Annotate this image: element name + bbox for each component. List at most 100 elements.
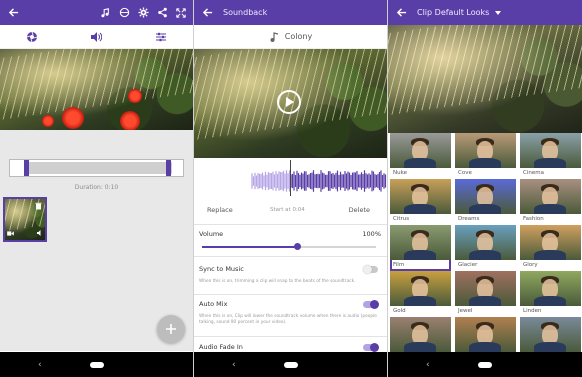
- back-arrow-icon[interactable]: [6, 6, 20, 20]
- three-phone-screens: Duration: 0:10 ‹ Soundback Colony Replac…: [0, 0, 582, 377]
- adjust-sliders-icon[interactable]: [155, 31, 167, 43]
- look-thumbnail: [455, 271, 516, 306]
- look-item[interactable]: Film: [390, 225, 451, 271]
- back-arrow-icon[interactable]: [394, 6, 408, 20]
- look-thumbnail: [520, 133, 581, 168]
- look-name: Glory: [523, 262, 538, 268]
- look-item[interactable]: Jewel: [455, 271, 516, 317]
- look-thumbnail: [520, 271, 581, 306]
- share-icon[interactable]: [156, 7, 168, 19]
- system-back-icon[interactable]: ‹: [426, 360, 430, 370]
- clip-speaker-icon: [37, 230, 43, 238]
- play-icon: [286, 97, 294, 107]
- fadein-toggle[interactable]: [363, 343, 379, 352]
- playhead[interactable]: [290, 160, 291, 196]
- video-preview[interactable]: [0, 49, 193, 130]
- soundtrack-screen: Soundback Colony Replace Start at 0:04 D…: [194, 0, 387, 377]
- look-item[interactable]: Cinema: [520, 133, 581, 179]
- editor-screen: Duration: 0:10 ‹: [0, 0, 193, 377]
- add-clip-button[interactable]: [157, 315, 185, 343]
- look-item[interactable]: Nuke: [390, 133, 451, 179]
- look-item[interactable]: Citrus: [390, 179, 451, 225]
- fadein-row: Audio Fade In: [194, 336, 387, 352]
- look-name: Dreams: [458, 216, 480, 222]
- dropdown-caret-icon[interactable]: [495, 10, 502, 15]
- automix-label: Auto Mix: [199, 300, 228, 308]
- look-item[interactable]: Glory: [520, 225, 581, 271]
- video-preview[interactable]: [388, 25, 582, 133]
- system-home-button[interactable]: [283, 361, 298, 368]
- system-back-icon[interactable]: ‹: [232, 360, 236, 370]
- trim-end-handle[interactable]: [166, 160, 171, 176]
- automix-row: Auto Mix When this is on, Clip will lowe…: [194, 294, 387, 336]
- volume-row: Volume 100%: [194, 224, 387, 256]
- music-note-icon: [269, 31, 281, 43]
- looks-aperture-icon[interactable]: [26, 31, 38, 43]
- look-name: Fashion: [523, 216, 544, 222]
- back-arrow-icon[interactable]: [200, 6, 214, 20]
- trim-bar[interactable]: [9, 159, 184, 177]
- look-thumbnail: [520, 317, 581, 352]
- page-title[interactable]: Clip Default Looks: [417, 8, 489, 17]
- song-header[interactable]: Colony: [194, 25, 387, 49]
- volume-value: 100%: [362, 230, 381, 238]
- look-name: Cinema: [523, 170, 544, 176]
- look-thumbnail: [455, 317, 516, 352]
- music-note-icon[interactable]: [99, 7, 111, 19]
- look-name: Jewel: [458, 308, 473, 314]
- volume-slider[interactable]: [202, 243, 376, 250]
- sync-label: Sync to Music: [199, 265, 244, 273]
- look-item[interactable]: Cove: [455, 133, 516, 179]
- settings-gear-icon[interactable]: [137, 7, 149, 19]
- look-name: Nuke: [393, 170, 407, 176]
- look-thumbnail: [390, 179, 451, 214]
- trim-start-handle[interactable]: [24, 160, 29, 176]
- look-thumbnail: [455, 133, 516, 168]
- look-item[interactable]: Dreams: [455, 179, 516, 225]
- page-title: Soundback: [223, 8, 268, 17]
- look-name: Cove: [458, 170, 472, 176]
- look-name: Linden: [523, 308, 542, 314]
- volume-speaker-icon[interactable]: [90, 31, 103, 43]
- system-back-icon[interactable]: ‹: [38, 360, 42, 370]
- system-nav-bar: ‹: [388, 352, 582, 377]
- fullscreen-icon[interactable]: [175, 7, 187, 19]
- play-button[interactable]: [277, 90, 301, 114]
- app-bar: Clip Default Looks: [388, 0, 582, 25]
- trash-icon[interactable]: [34, 201, 43, 210]
- look-name: Film: [393, 262, 405, 268]
- look-name: Gold: [393, 308, 406, 314]
- look-item[interactable]: Linden: [520, 271, 581, 317]
- look-thumbnail: [455, 179, 516, 214]
- duration-label: Duration: 0:10: [74, 184, 119, 191]
- look-name: Glacier: [458, 262, 478, 268]
- look-thumbnail: [390, 271, 451, 306]
- clip-thumbnail[interactable]: [3, 197, 47, 242]
- look-item[interactable]: Glacier: [455, 225, 516, 271]
- video-camera-icon: [7, 231, 14, 238]
- start-at-label: Start at 0:04: [270, 207, 305, 213]
- automix-toggle[interactable]: [363, 300, 379, 309]
- volume-label: Volume: [199, 230, 224, 238]
- look-thumbnail: [390, 225, 451, 260]
- soundtrack-actions: Replace Start at 0:04 Delete: [194, 206, 387, 218]
- sync-row: Sync to Music When this is on, trimming …: [194, 256, 387, 294]
- look-item[interactable]: Gold: [390, 271, 451, 317]
- look-thumbnail: [520, 225, 581, 260]
- look-thumbnail: [455, 225, 516, 260]
- replace-button[interactable]: Replace: [207, 206, 233, 214]
- sync-description: When this is on, trimming a clip will sn…: [199, 279, 356, 284]
- look-item[interactable]: Fashion: [520, 179, 581, 225]
- delete-button[interactable]: Delete: [349, 206, 370, 214]
- system-home-button[interactable]: [478, 361, 492, 368]
- system-nav-bar: ‹: [194, 352, 387, 377]
- automix-description: When this is on, Clip will lower the sou…: [199, 314, 377, 325]
- system-home-button[interactable]: [89, 361, 104, 368]
- filter-lens-icon[interactable]: [118, 7, 130, 19]
- tool-tabs: [0, 25, 193, 49]
- song-title: Colony: [284, 32, 313, 41]
- look-thumbnail: [390, 133, 451, 168]
- volume-slider-thumb[interactable]: [294, 243, 302, 250]
- system-nav-bar: ‹: [0, 352, 193, 377]
- sync-toggle[interactable]: [363, 265, 378, 274]
